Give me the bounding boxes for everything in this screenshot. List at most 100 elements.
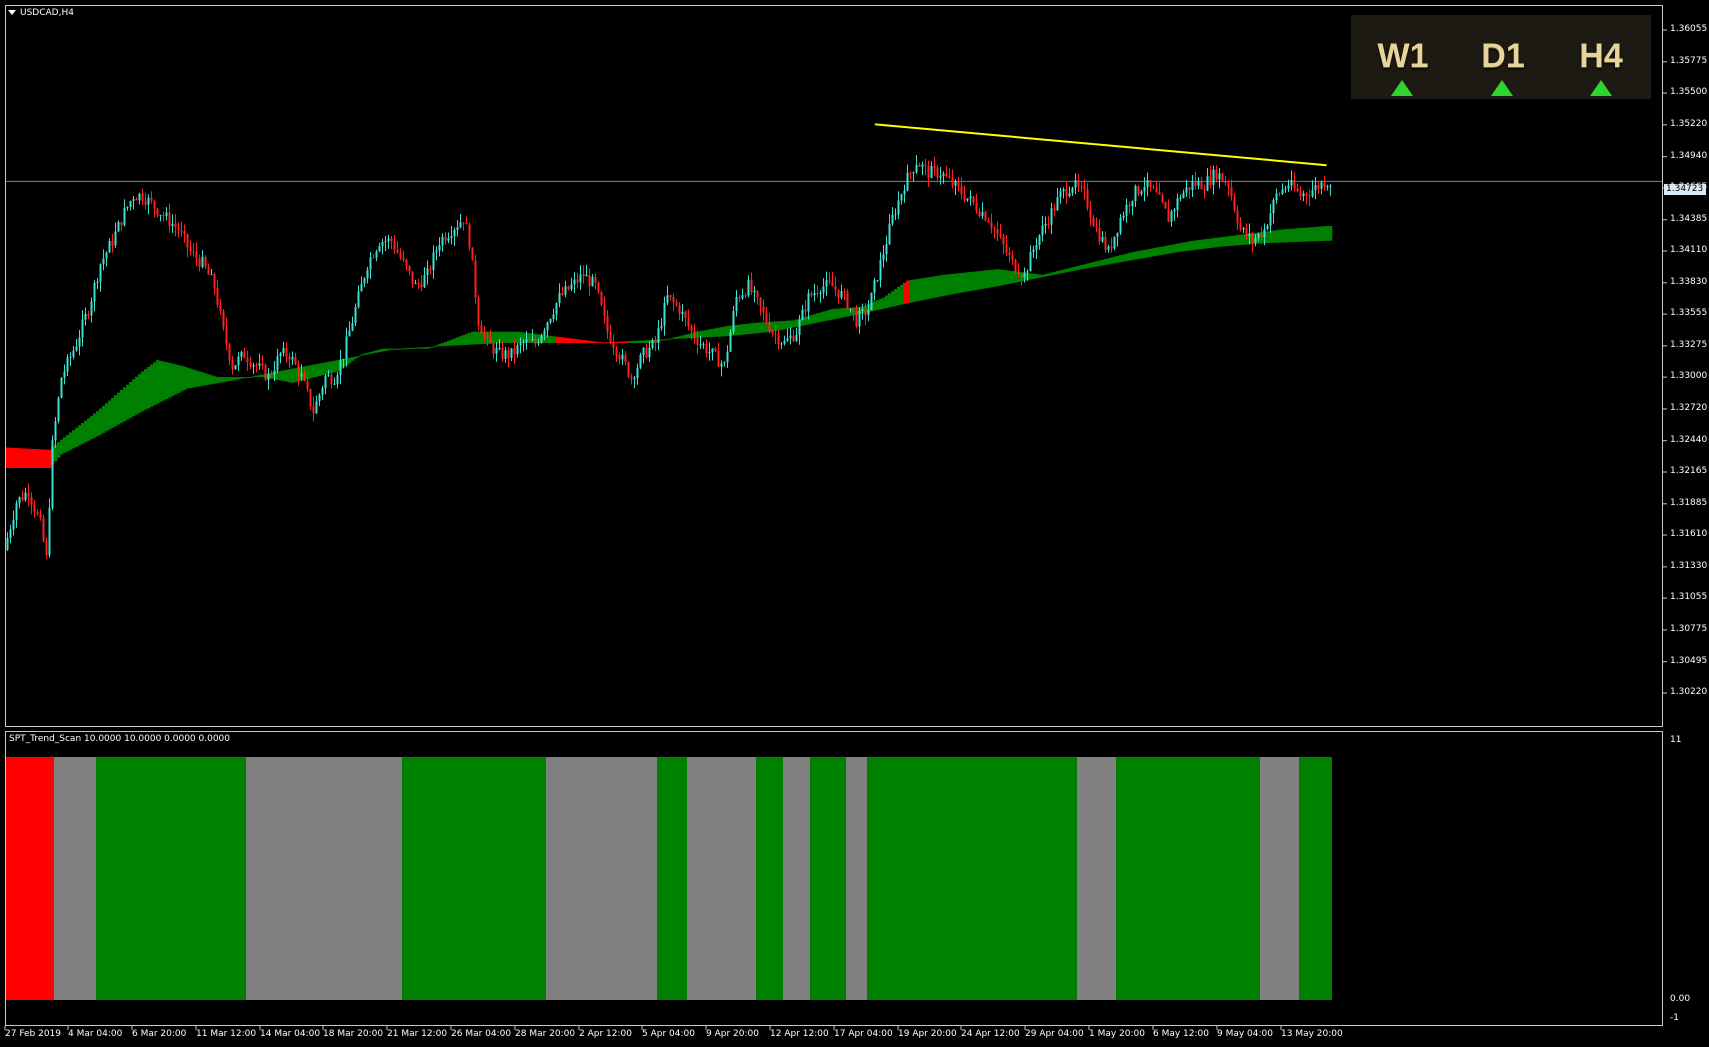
ma-band-bar — [99, 408, 103, 435]
ma-band-bar — [396, 348, 400, 350]
candle-body — [735, 296, 738, 311]
candle-body — [693, 330, 696, 339]
candle-body — [882, 254, 885, 260]
ma-band-bar — [246, 377, 250, 379]
candle-body — [558, 292, 561, 304]
candle-body — [942, 173, 945, 176]
candle-body — [549, 319, 552, 323]
candle-body — [615, 348, 618, 356]
ma-band-bar — [684, 334, 688, 339]
time-axis-label: 14 Mar 04:00 — [260, 1029, 321, 1039]
ma-band-bar — [441, 343, 445, 347]
candle-body — [252, 365, 255, 367]
candle-body — [501, 348, 504, 359]
candle-body — [933, 166, 936, 168]
ma-band-bar — [951, 273, 955, 295]
candle-body — [393, 241, 396, 250]
ma-band-bar — [243, 377, 247, 379]
ma-band-bar — [1230, 235, 1234, 246]
candle-body — [315, 401, 318, 414]
time-axis-label: 6 Mar 20:00 — [132, 1029, 187, 1039]
ma-band-bar — [1071, 267, 1075, 272]
timeframe-w1-label: W1 — [1377, 37, 1429, 75]
time-axis-label: 9 Apr 20:00 — [706, 1029, 759, 1039]
ma-band-bar — [711, 328, 715, 337]
candle-body — [168, 212, 171, 227]
candle-body — [459, 222, 462, 228]
ma-band-bar — [84, 420, 88, 443]
ma-band-bar — [1041, 274, 1045, 278]
ma-band-bar — [141, 371, 145, 412]
ma-band-bar — [1077, 265, 1081, 270]
candle-body — [438, 245, 441, 251]
candle-body — [1218, 173, 1221, 180]
ma-band-bar — [1278, 229, 1282, 243]
ma-band-bar — [624, 341, 628, 344]
candle-body — [462, 222, 465, 224]
candle-body — [432, 252, 435, 271]
candle-body — [915, 164, 918, 173]
price-axis-label: 1.36055 — [1670, 24, 1708, 34]
candle-body — [1107, 246, 1110, 250]
indicator-pane[interactable] — [5, 731, 1663, 1026]
time-axis-label: 27 Feb 2019 — [5, 1029, 62, 1039]
ma-band-bar — [600, 342, 604, 344]
candle-body — [45, 541, 48, 556]
ma-band-bar — [1191, 240, 1195, 251]
ma-band-bar — [6, 447, 10, 469]
candle-body — [573, 279, 576, 285]
ma-band-bar — [897, 286, 901, 306]
ma-band-bar — [1209, 238, 1213, 248]
ma-band-bar — [291, 368, 295, 383]
candle-body — [1308, 195, 1311, 197]
candle-body — [618, 355, 621, 360]
candle-body — [1221, 173, 1224, 181]
candle-body — [204, 256, 207, 267]
candle-body — [144, 200, 147, 205]
candle-body — [444, 236, 447, 241]
ma-band-bar — [96, 411, 100, 437]
ma-band-bar — [192, 369, 196, 388]
candle-body — [690, 325, 693, 331]
candle-body — [1050, 208, 1053, 225]
ma-band-bar — [75, 427, 79, 447]
ma-band-bar — [1227, 236, 1231, 247]
ma-band-bar — [741, 324, 745, 335]
ma-band-bar — [957, 273, 961, 294]
candle-body — [864, 309, 867, 316]
candle-body — [81, 319, 84, 338]
candle-body — [678, 305, 681, 314]
ma-band-bar — [942, 274, 946, 296]
candle-body — [1155, 188, 1158, 192]
candle-body — [384, 241, 387, 243]
candle-body — [591, 276, 594, 287]
candle-body — [837, 289, 840, 298]
candle-body — [777, 334, 780, 345]
candle-body — [894, 214, 897, 216]
ma-band-bar — [1224, 236, 1228, 247]
ma-band-bar — [1215, 237, 1219, 248]
candle-body — [1128, 204, 1131, 207]
candle-body — [1242, 228, 1245, 230]
candle-body — [1188, 187, 1191, 191]
ma-band-bar — [438, 344, 442, 347]
candle-body — [1212, 169, 1215, 185]
ma-band-bar — [183, 366, 187, 391]
ma-band-bar — [642, 340, 646, 344]
candle-body — [372, 257, 375, 259]
candle-body — [1215, 169, 1218, 180]
ma-band-bar — [750, 323, 754, 334]
ma-band-bar — [1167, 245, 1171, 254]
candle-body — [120, 222, 123, 226]
ma-band-bar — [606, 342, 610, 344]
candle-body — [243, 351, 246, 359]
candle-body — [495, 348, 498, 354]
candle-body — [681, 311, 684, 314]
ma-band-bar — [1095, 261, 1099, 267]
price-axis-label: 1.33275 — [1670, 339, 1708, 350]
ma-band-bar — [822, 311, 826, 322]
ma-band-bar — [1104, 258, 1108, 265]
ma-band-bar — [645, 340, 649, 344]
ma-band-bar — [471, 331, 475, 345]
price-axis-label: 1.30220 — [1670, 687, 1708, 697]
